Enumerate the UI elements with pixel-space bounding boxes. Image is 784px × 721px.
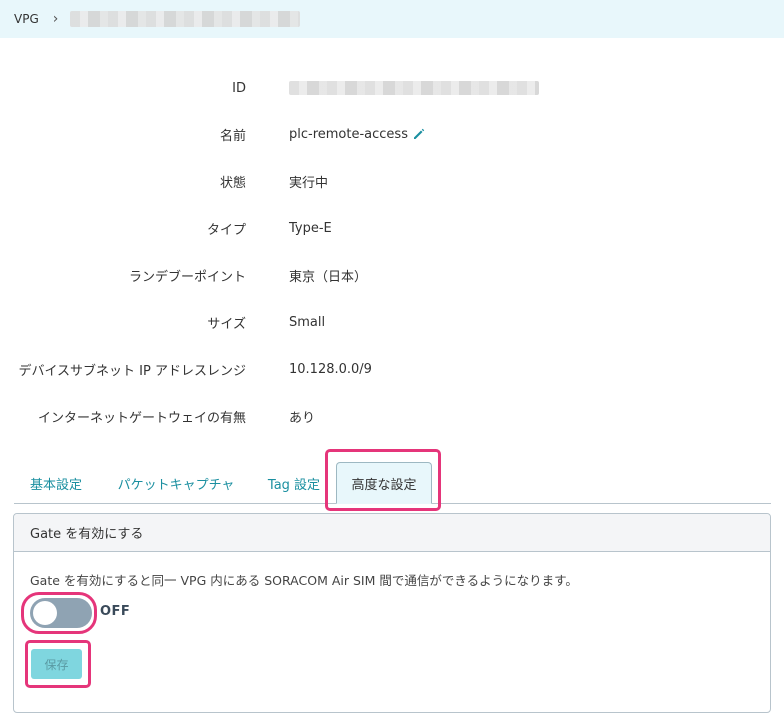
- gate-panel: Gate を有効にする Gate を有効にすると同一 VPG 内にある SORA…: [13, 513, 771, 713]
- tab-advanced-settings[interactable]: 高度な設定: [336, 462, 432, 504]
- rendezvous-value: 東京（日本）: [289, 269, 368, 285]
- prop-row-rendezvous: ランデブーポイント 東京（日本）: [0, 263, 784, 287]
- status-label: 状態: [219, 175, 246, 191]
- pencil-icon[interactable]: [412, 127, 426, 141]
- internet-gateway-value: あり: [289, 410, 316, 426]
- id-value: [289, 81, 539, 95]
- chevron-right-icon: ›: [52, 11, 59, 27]
- id-label: ID: [232, 80, 246, 96]
- prop-row-status: 状態 実行中: [0, 169, 784, 193]
- subnet-label: デバイスサブネット IP アドレスレンジ: [18, 363, 246, 379]
- gate-description: Gate を有効にすると同一 VPG 内にある SORACOM Air SIM …: [30, 573, 578, 588]
- tab-tag-settings[interactable]: Tag 設定: [254, 462, 334, 504]
- breadcrumb-root[interactable]: VPG: [14, 12, 39, 26]
- rendezvous-label: ランデブーポイント: [128, 269, 246, 285]
- toggle-knob: [33, 601, 57, 625]
- size-label: サイズ: [207, 316, 246, 332]
- prop-row-type: タイプ Type-E: [0, 216, 784, 240]
- prop-row-size: サイズ Small: [0, 310, 784, 334]
- size-value: Small: [289, 314, 326, 330]
- prop-row-internet-gateway: インターネットゲートウェイの有無 あり: [0, 404, 784, 428]
- breadcrumb-vpg-id-redacted: [70, 11, 301, 27]
- prop-row-id: ID: [0, 76, 784, 100]
- type-value: Type-E: [289, 220, 332, 236]
- name-value: plc-remote-access: [289, 126, 408, 142]
- name-label: 名前: [219, 128, 246, 144]
- subnet-value: 10.128.0.0/9: [289, 361, 372, 377]
- toggle-state-label: OFF: [100, 604, 131, 619]
- gate-toggle[interactable]: [30, 598, 92, 628]
- save-button[interactable]: 保存: [31, 649, 82, 679]
- id-value-redacted: [289, 81, 539, 95]
- tab-packet-capture[interactable]: パケットキャプチャ: [102, 462, 250, 504]
- type-label: タイプ: [206, 222, 246, 238]
- gate-panel-header: Gate を有効にする: [14, 514, 770, 552]
- prop-row-subnet: デバイスサブネット IP アドレスレンジ 10.128.0.0/9: [0, 357, 784, 381]
- breadcrumb: VPG ›: [0, 0, 784, 38]
- name-value-wrap: plc-remote-access: [289, 127, 426, 142]
- status-value: 実行中: [289, 175, 329, 191]
- settings-tabs: 基本設定 パケットキャプチャ Tag 設定 高度な設定: [14, 462, 771, 504]
- tab-basic-settings[interactable]: 基本設定: [14, 462, 98, 504]
- internet-gateway-label: インターネットゲートウェイの有無: [37, 410, 246, 426]
- prop-row-name: 名前 plc-remote-access: [0, 122, 784, 146]
